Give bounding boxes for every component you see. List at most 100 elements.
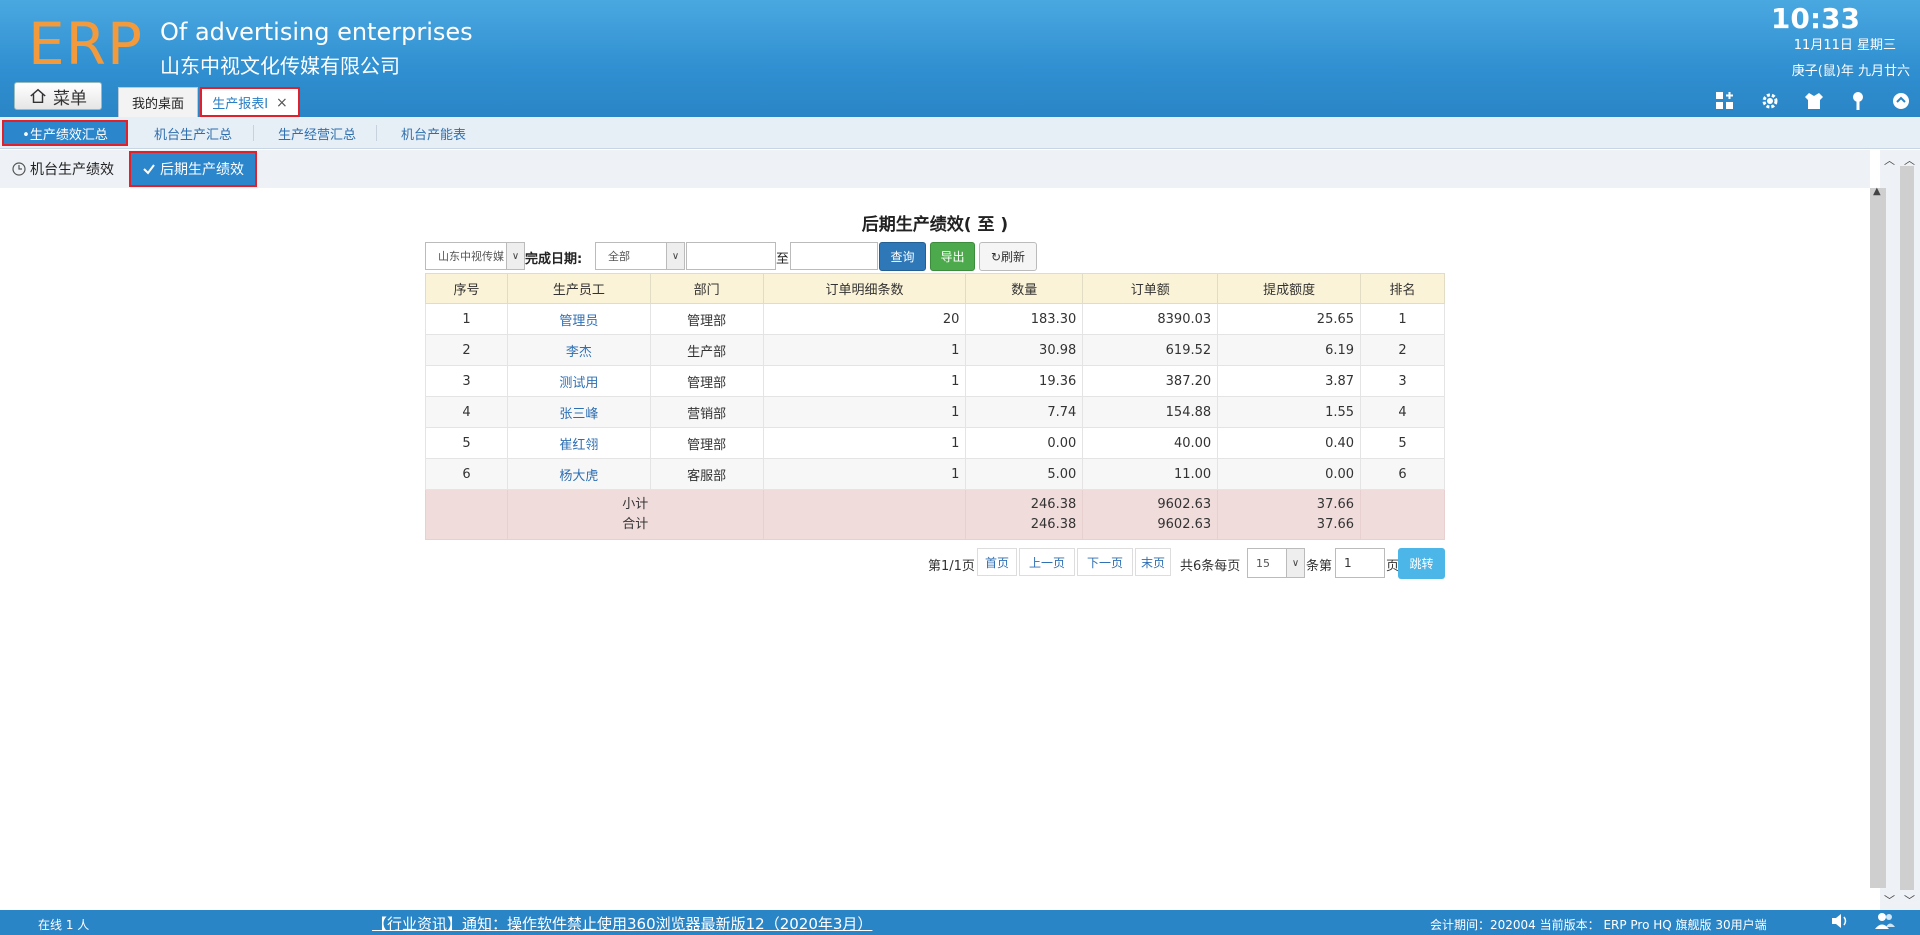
shirt-icon[interactable] [1803, 90, 1825, 112]
performance-table: 序号 生产员工 部门 订单明细条数 数量 订单额 提成额度 排名 1 管理员 管… [425, 273, 1445, 540]
total-amount: 9602.63 9602.63 [1082, 489, 1219, 540]
last-page-button[interactable]: 末页 [1135, 548, 1171, 576]
table-row[interactable]: 3 测试用 管理部 1 19.36 387.20 3.87 3 [425, 365, 1445, 397]
page-size-select[interactable]: 15 ∨ [1247, 548, 1305, 578]
tab-label: 我的桌面 [131, 97, 184, 112]
cell-department: 客服部 [649, 458, 764, 490]
company-select[interactable]: 山东中视传媒 ∨ [425, 242, 525, 270]
table-header-row: 序号 生产员工 部门 订单明细条数 数量 订单额 提成额度 排名 [425, 273, 1445, 304]
subnav-performance-summary[interactable]: •生产绩效汇总 [2, 120, 128, 146]
page-size-unit: 条第 [1306, 559, 1333, 574]
filter-bar: 山东中视传媒 ∨ 完成日期: 全部 ∨ 至 查询 导出 ↻ 刷新 [425, 242, 1445, 272]
cell-employee-link[interactable]: 张三峰 [506, 396, 651, 428]
chevron-down-icon: ∨ [666, 243, 684, 269]
page-info: 第1/1页 [928, 559, 975, 574]
company-name-en: Of advertising enterprises [160, 18, 473, 46]
key-icon[interactable] [1847, 90, 1869, 112]
cell-quantity: 5.00 [965, 458, 1084, 490]
page-number-input[interactable]: 1 [1335, 548, 1385, 578]
cell-department: 营销部 [649, 396, 764, 428]
end-date-input[interactable] [790, 242, 878, 270]
report-title: 后期生产绩效( 至 ) [861, 215, 1009, 235]
start-date-input[interactable] [686, 242, 776, 270]
column-header[interactable]: 排名 [1360, 273, 1445, 304]
first-page-button[interactable]: 首页 [977, 548, 1017, 576]
column-header[interactable]: 提成额度 [1217, 273, 1362, 304]
button-label: 刷新 [1001, 250, 1026, 264]
select-value: 山东中视传媒 [438, 250, 504, 263]
cell-index: 3 [425, 365, 508, 397]
go-button[interactable]: 跳转 [1398, 548, 1445, 579]
prev-page-button[interactable]: 上一页 [1019, 548, 1075, 576]
close-icon[interactable]: × [276, 95, 288, 111]
subnav-machine-summary[interactable]: 机台生产汇总 [144, 122, 242, 144]
notice-link[interactable]: 【行业资讯】通知：操作软件禁止使用360浏览器最新版12（2020年3月） [372, 913, 872, 934]
table-row[interactable]: 6 杨大虎 客服部 1 5.00 11.00 0.00 6 [425, 458, 1445, 490]
table-row[interactable]: 2 李杰 生产部 1 30.98 619.52 6.19 2 [425, 334, 1445, 366]
clock-date: 11月11日 星期三 [1793, 38, 1896, 53]
table-row[interactable]: 5 崔红翎 管理部 1 0.00 40.00 0.40 5 [425, 427, 1445, 459]
menu-button[interactable]: 菜单 [14, 82, 102, 110]
query-button[interactable]: 查询 [879, 242, 926, 271]
cell-order-lines: 1 [762, 458, 967, 490]
column-header[interactable]: 生产员工 [506, 273, 651, 304]
table-row[interactable]: 1 管理员 管理部 20 183.30 8390.03 25.65 1 [425, 303, 1445, 335]
refresh-button[interactable]: ↻ 刷新 [979, 242, 1037, 271]
cell-employee-link[interactable]: 杨大虎 [506, 458, 651, 490]
total-commission-value: 37.66 [1316, 516, 1355, 532]
divider [253, 125, 254, 141]
cell-employee-link[interactable]: 管理员 [506, 303, 651, 335]
table-row[interactable]: 4 张三峰 营销部 1 7.74 154.88 1.55 4 [425, 396, 1445, 428]
cell-employee-link[interactable]: 李杰 [506, 334, 651, 366]
scroll-track[interactable] [1900, 166, 1914, 890]
tab-my-desktop[interactable]: 我的桌面 [118, 87, 198, 117]
date-range-select[interactable]: 全部 ∨ [595, 242, 685, 270]
collapse-icon[interactable] [1890, 90, 1912, 112]
chevron-down-icon: ∨ [506, 243, 524, 269]
users-icon[interactable] [1874, 912, 1896, 933]
column-header[interactable]: 订单明细条数 [762, 273, 967, 304]
subnav-business-summary[interactable]: 生产经营汇总 [268, 122, 366, 144]
tab-label: 后期生产绩效 [160, 162, 244, 178]
cell-employee-link[interactable]: 测试用 [506, 365, 651, 397]
tab-production-report[interactable]: 生产报表Ⅰ × [200, 87, 300, 117]
scroll-up-icon[interactable]: ︿ [1884, 152, 1895, 168]
subtotal-qty: 246.38 [1030, 496, 1077, 512]
scroll-up-icon[interactable]: ▲ [1873, 186, 1881, 197]
cell-index: 4 [425, 396, 508, 428]
tab-machine-performance[interactable]: 机台生产绩效 [6, 153, 124, 185]
record-count: 共6条每页 [1180, 559, 1241, 574]
check-icon [143, 164, 155, 175]
scroll-down-icon[interactable]: ﹀ [1884, 892, 1895, 908]
sub-navigation: •生产绩效汇总 机台生产汇总 生产经营汇总 机台产能表 [0, 117, 1920, 149]
divider [376, 125, 377, 141]
content-scrollbar[interactable]: ▲ [1870, 186, 1886, 888]
date-label: 完成日期: [525, 252, 583, 267]
cell-order-amount: 40.00 [1082, 427, 1219, 459]
outer-scrollbar[interactable]: ︿ ︿ ﹀ ﹀ [1880, 150, 1920, 910]
total-cell [762, 489, 967, 540]
cell-commission: 1.55 [1217, 396, 1362, 428]
menu-label: 菜单 [53, 88, 87, 109]
total-quantity: 246.38 246.38 [965, 489, 1084, 540]
export-button[interactable]: 导出 [930, 242, 975, 271]
subnav-machine-capacity[interactable]: 机台产能表 [391, 122, 476, 144]
company-name-cn: 山东中视文化传媒有限公司 [160, 54, 400, 78]
column-header[interactable]: 订单额 [1082, 273, 1219, 304]
tab-post-production-performance[interactable]: 后期生产绩效 [129, 151, 257, 187]
cell-rank: 5 [1360, 427, 1445, 459]
column-header[interactable]: 数量 [965, 273, 1084, 304]
grid-add-icon[interactable] [1714, 90, 1736, 112]
next-page-button[interactable]: 下一页 [1077, 548, 1133, 576]
cell-order-lines: 1 [762, 396, 967, 428]
speaker-icon[interactable] [1830, 912, 1850, 933]
scroll-down-icon[interactable]: ﹀ [1904, 892, 1915, 908]
gear-icon[interactable] [1759, 90, 1781, 112]
column-header[interactable]: 序号 [425, 273, 508, 304]
cell-commission: 0.40 [1217, 427, 1362, 459]
cell-order-lines: 1 [762, 334, 967, 366]
cell-employee-link[interactable]: 崔红翎 [506, 427, 651, 459]
column-header[interactable]: 部门 [649, 273, 764, 304]
cell-quantity: 7.74 [965, 396, 1084, 428]
select-value: 全部 [608, 250, 630, 263]
